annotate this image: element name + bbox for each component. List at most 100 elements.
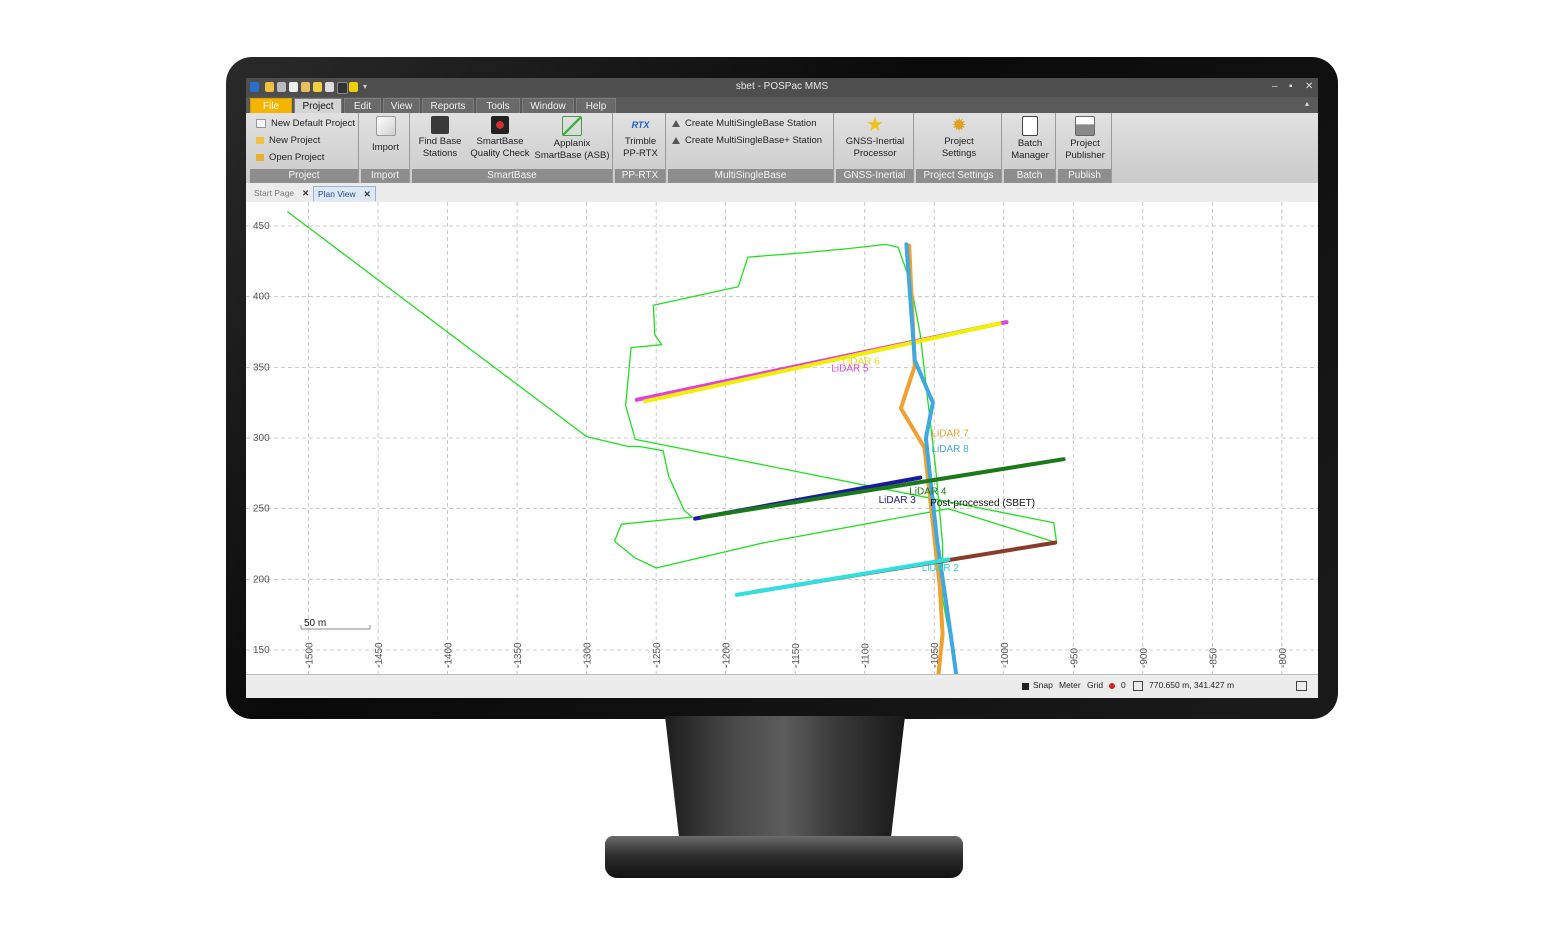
smartbase-quality-check-button[interactable]: SmartBase Quality Check <box>466 116 534 160</box>
collapse-ribbon-icon[interactable]: ▴ <box>1305 99 1309 108</box>
y-tick-label: 350 <box>253 362 270 373</box>
coordinate-icon <box>1133 681 1143 691</box>
monitor-stand-base <box>605 836 963 878</box>
x-tick-label: -1050 <box>930 642 941 668</box>
snap-label[interactable]: Snap <box>1033 680 1053 690</box>
ribbon-group-smartbase: Find Base Stations SmartBase Quality Che… <box>412 113 613 183</box>
group-label-gnss-inertial: GNSS-Inertial <box>836 169 913 183</box>
smartbase-qc-line2: Quality Check <box>470 148 530 159</box>
group-label-batch: Batch <box>1004 169 1055 183</box>
x-tick-label: -950 <box>1069 648 1080 668</box>
create-multisinglebase-plus-button[interactable]: Create MultiSingleBase+ Station <box>672 135 822 146</box>
series-label: Post-processed (SBET) <box>930 498 1035 509</box>
antenna-icon <box>672 119 680 127</box>
tab-window[interactable]: Window <box>522 98 574 113</box>
plan-view-plot[interactable]: LiDAR 5LiDAR 6LiDAR 7LiDAR 8LiDAR 3LiDAR… <box>246 202 1318 674</box>
window-title: sbet - POSPac MMS <box>735 81 829 92</box>
gnss-line1: GNSS-Inertial <box>845 136 905 147</box>
y-tick-label: 300 <box>253 433 270 444</box>
import-button[interactable]: Import <box>361 116 410 154</box>
applanix-line2: SmartBase (ASB) <box>534 150 610 161</box>
plan-view-label: Plan View <box>318 189 356 199</box>
title-bar: ▾ sbet - POSPac MMS – ▪ ✕ <box>246 78 1318 97</box>
find-base-stations-button[interactable]: Find Base Stations <box>414 116 466 160</box>
ribbon-group-gnss-inertial: ★ GNSS-Inertial Processor GNSS-Inertial <box>836 113 914 183</box>
ribbon-group-publish: Project Publisher Publish <box>1058 113 1112 183</box>
x-tick-label: -800 <box>1278 648 1289 668</box>
create-msb-plus-label: Create MultiSingleBase+ Station <box>685 135 823 146</box>
x-tick-label: -1100 <box>861 643 872 668</box>
trimble-pprtx-button[interactable]: RTX Trimble PP-RTX <box>615 116 666 160</box>
cursor-coordinates: 770.650 m, 341.427 m <box>1149 680 1235 690</box>
grid-toggle[interactable]: Grid <box>1087 680 1103 690</box>
close-icon[interactable]: ✕ <box>1305 81 1313 92</box>
new-project-label: New Project <box>269 135 321 146</box>
point-count: 0 <box>1121 680 1126 690</box>
create-multisinglebase-button[interactable]: Create MultiSingleBase Station <box>672 118 817 129</box>
tab-plan-view[interactable]: Plan View ✕ <box>313 186 376 201</box>
ribbon-group-import: Import Import <box>361 113 410 183</box>
tab-file[interactable]: File <box>250 98 292 113</box>
tab-help[interactable]: Help <box>576 98 616 113</box>
batch-pages-icon <box>1022 116 1038 136</box>
series-label: LiDAR 4 <box>909 487 947 498</box>
rtx-icon: RTX <box>631 120 650 130</box>
y-tick-label: 250 <box>253 504 270 515</box>
batch-manager-button[interactable]: Batch Manager <box>1004 116 1056 162</box>
quality-check-icon <box>491 116 509 134</box>
resize-grip-icon[interactable] <box>1296 681 1307 691</box>
y-tick-label: 450 <box>253 221 270 232</box>
snap-checkbox[interactable] <box>1022 683 1029 690</box>
ribbon-group-project: New Default Project New Project Open Pro… <box>250 113 359 183</box>
tab-view[interactable]: View <box>383 98 420 113</box>
pprtx-line2: PP-RTX <box>623 148 658 159</box>
printer-icon <box>1075 116 1095 136</box>
open-project-button[interactable]: Open Project <box>256 152 324 163</box>
tab-start-page[interactable]: Start Page ✕ <box>250 186 313 201</box>
project-settings-button[interactable]: ✹ Project Settings <box>916 116 1002 160</box>
new-file-icon <box>256 118 266 128</box>
gnss-inertial-processor-button[interactable]: ★ GNSS-Inertial Processor <box>836 115 914 160</box>
y-tick-label: 400 <box>253 292 270 303</box>
ribbon-group-multisinglebase: Create MultiSingleBase Station Create Mu… <box>668 113 834 183</box>
folder-icon <box>256 136 264 144</box>
batch-line1: Batch <box>1017 138 1043 149</box>
monitor-stand-neck <box>665 716 905 846</box>
ribbon-tabs: File Project Edit View Reports Tools Win… <box>246 97 1318 113</box>
status-bar: Snap Meter Grid 0 770.650 m, 341.427 m <box>246 674 1318 698</box>
pprtx-line1: Trimble <box>624 136 657 147</box>
x-tick-label: -1500 <box>305 642 316 668</box>
close-tab-icon[interactable]: ✕ <box>364 189 371 199</box>
x-tick-label: -900 <box>1139 648 1150 668</box>
smartbase-qc-line1: SmartBase <box>476 136 524 147</box>
tab-tools[interactable]: Tools <box>476 98 520 113</box>
find-base-line2: Stations <box>422 148 458 159</box>
gear-icon: ✹ <box>951 115 967 135</box>
app-window: ▾ sbet - POSPac MMS – ▪ ✕ File Project E… <box>246 78 1318 698</box>
series-label: LiDAR 6 <box>842 357 880 368</box>
tab-project[interactable]: Project <box>294 98 342 113</box>
series-label: LiDAR 7 <box>931 429 969 440</box>
triangle-network-icon <box>562 116 582 136</box>
x-tick-label: -1200 <box>722 642 733 668</box>
x-tick-label: -1250 <box>652 642 663 668</box>
applanix-smartbase-button[interactable]: Applanix SmartBase (ASB) <box>534 116 610 162</box>
new-default-project-button[interactable]: New Default Project <box>256 118 355 129</box>
minimize-icon[interactable]: – <box>1272 81 1278 92</box>
group-label-pprtx: PP-RTX <box>615 169 665 183</box>
project-publisher-button[interactable]: Project Publisher <box>1058 116 1112 162</box>
meter-label[interactable]: Meter <box>1059 680 1081 690</box>
applanix-line1: Applanix <box>553 138 591 149</box>
publisher-line1: Project <box>1070 138 1100 149</box>
new-project-button[interactable]: New Project <box>256 135 320 146</box>
group-label-smartbase: SmartBase <box>412 169 612 183</box>
tab-edit[interactable]: Edit <box>344 98 381 113</box>
batch-line2: Manager <box>1011 150 1049 161</box>
group-label-multisinglebase: MultiSingleBase <box>668 169 833 183</box>
group-label-project-settings: Project Settings <box>916 169 1001 183</box>
find-base-line1: Find Base <box>418 136 462 147</box>
series-label: LiDAR 8 <box>931 444 969 455</box>
close-tab-icon[interactable]: ✕ <box>302 188 309 198</box>
maximize-icon[interactable]: ▪ <box>1289 81 1293 92</box>
tab-reports[interactable]: Reports <box>422 98 474 113</box>
